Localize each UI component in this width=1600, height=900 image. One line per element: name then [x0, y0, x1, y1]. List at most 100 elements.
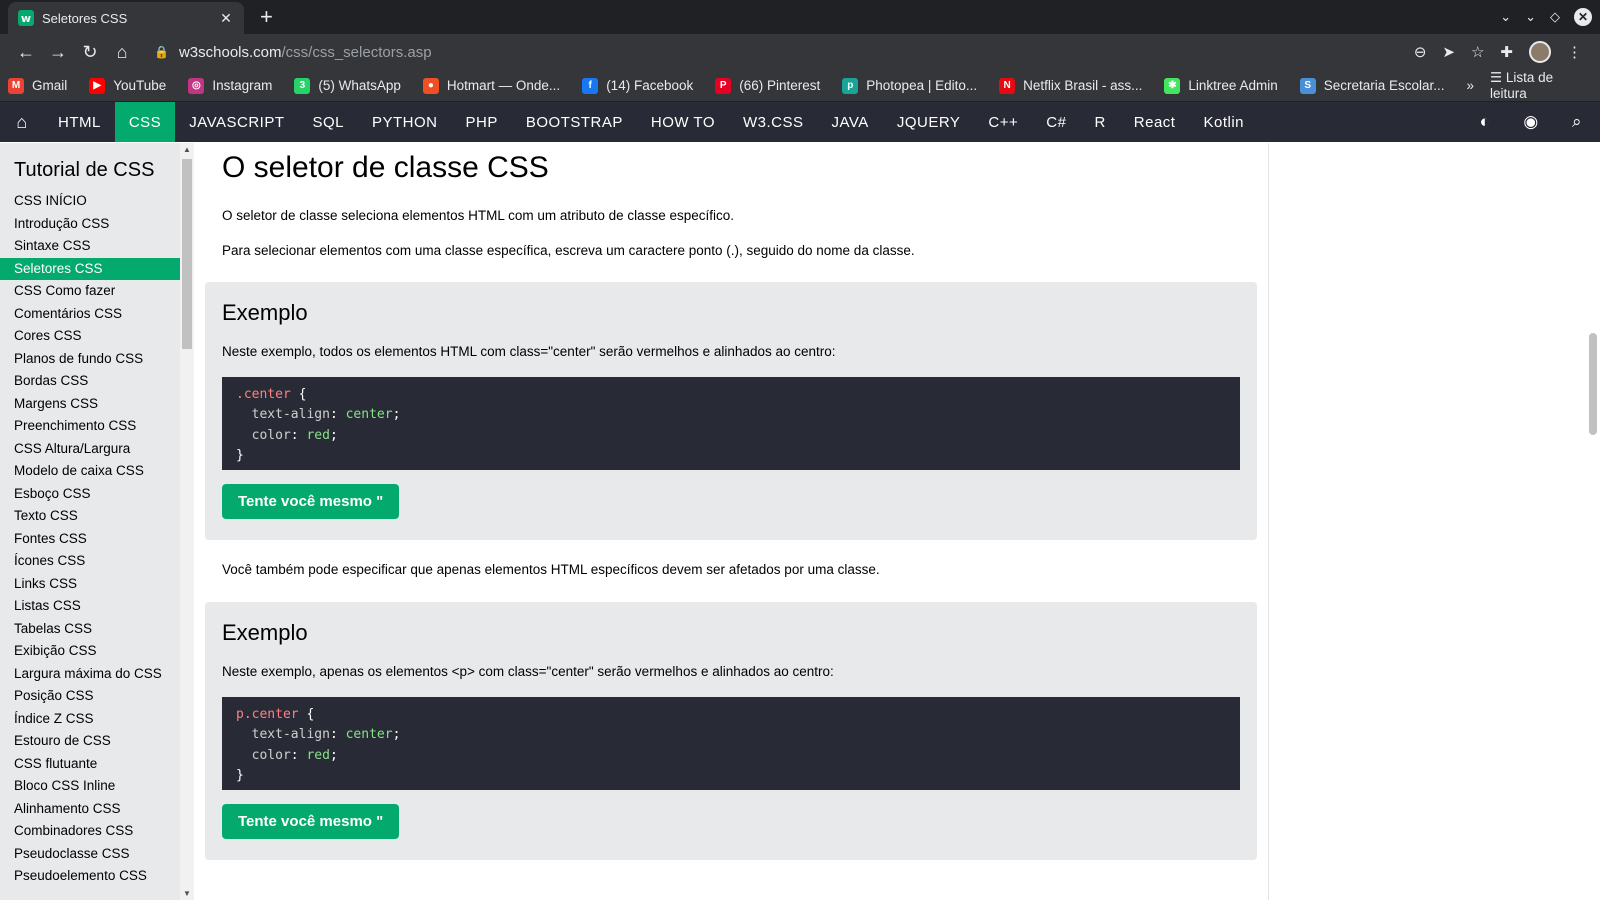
topnav-item-html[interactable]: HTML [44, 102, 115, 142]
bookmark-item[interactable]: P (66) Pinterest [715, 77, 820, 94]
home-icon[interactable]: ⌂ [106, 36, 138, 68]
topnav-item-r[interactable]: R [1080, 102, 1119, 142]
topnav-item-php[interactable]: PHP [452, 102, 512, 142]
bookmark-item[interactable]: f (14) Facebook [582, 77, 693, 94]
lock-icon[interactable]: 🔒 [154, 45, 169, 59]
maximize-icon[interactable]: ◇ [1550, 9, 1560, 25]
sidebar-item[interactable]: Largura máxima do CSS [0, 663, 180, 686]
topnav-item-css[interactable]: CSS [114, 102, 176, 142]
profile-avatar[interactable] [1529, 41, 1551, 63]
bookmark-favicon-icon: M [8, 77, 24, 94]
sidebar-item[interactable]: Pseudoclasse CSS [0, 843, 180, 866]
sidebar-item[interactable]: Ícones CSS [0, 550, 180, 573]
zoom-icon[interactable]: ⊖ [1414, 43, 1427, 61]
topnav-item-w3-css[interactable]: W3.CSS [729, 102, 818, 142]
bookmark-favicon-icon: ◎ [188, 77, 205, 94]
more-bookmarks-icon[interactable]: » [1467, 78, 1475, 93]
sidebar-item[interactable]: Estouro de CSS [0, 730, 180, 753]
topnav-item-bootstrap[interactable]: BOOTSTRAP [512, 102, 637, 142]
bookmark-favicon-icon: ✱ [1164, 77, 1181, 94]
sidebar-item[interactable]: Fontes CSS [0, 528, 180, 551]
sidebar-item[interactable]: Posição CSS [0, 685, 180, 708]
paragraph: O seletor de classe seleciona elementos … [222, 208, 734, 223]
sidebar-item[interactable]: Preenchimento CSS [0, 415, 180, 438]
minimize-icon[interactable]: ⌄ [1525, 9, 1536, 25]
sidebar-item[interactable]: Modelo de caixa CSS [0, 460, 180, 483]
send-icon[interactable]: ➤ [1442, 43, 1455, 61]
extensions-icon[interactable]: ✚ [1500, 43, 1513, 61]
bookmark-item[interactable]: ▶ YouTube [89, 77, 167, 94]
bookmark-item[interactable]: N Netflix Brasil - ass... [999, 77, 1142, 94]
sidebar-item[interactable]: Bloco CSS Inline [0, 775, 180, 798]
sidebar-item[interactable]: Texto CSS [0, 505, 180, 528]
sidebar-item[interactable]: Exibição CSS [0, 640, 180, 663]
reload-icon[interactable]: ↻ [74, 36, 106, 68]
sidebar-item[interactable]: Esboço CSS [0, 483, 180, 506]
reading-list[interactable]: ☰ Lista de leitura [1490, 70, 1592, 101]
sidebar-scrollbar[interactable]: ▲ ▼ [180, 143, 194, 900]
dark-mode-icon[interactable]: ◐ [1462, 112, 1508, 132]
bookmark-item[interactable]: p Photopea | Edito... [842, 77, 977, 94]
code-value: center [345, 727, 393, 743]
code-property: color [251, 747, 291, 763]
bookmark-item[interactable]: M Gmail [8, 77, 67, 94]
address-bar[interactable]: 🔒 w3schools.com/css/css_selectors.asp [146, 37, 1414, 67]
topnav-item-java[interactable]: JAVA [818, 102, 883, 142]
sidebar-item[interactable]: Tabelas CSS [0, 618, 180, 641]
bookmark-favicon-icon: ▶ [89, 77, 106, 94]
topnav-item-how-to[interactable]: HOW TO [637, 102, 729, 142]
topnav-item-react[interactable]: React [1120, 102, 1190, 142]
search-icon[interactable]: ⌕ [1554, 112, 1600, 132]
sidebar-item[interactable]: Planos de fundo CSS [0, 348, 180, 371]
scroll-up-icon[interactable]: ▲ [183, 145, 191, 154]
bookmark-label: YouTube [113, 78, 167, 93]
topnav-item-c-[interactable]: C# [1032, 102, 1080, 142]
topnav-item-sql[interactable]: SQL [298, 102, 358, 142]
close-tab-icon[interactable]: ✕ [218, 10, 234, 27]
sidebar-item[interactable]: Links CSS [0, 573, 180, 596]
sidebar-item[interactable]: Listas CSS [0, 595, 180, 618]
bookmark-star-icon[interactable]: ☆ [1471, 43, 1484, 61]
sidebar-item[interactable]: Cores CSS [0, 325, 180, 348]
sidebar-item[interactable]: Introdução CSS [0, 213, 180, 236]
topnav-item-python[interactable]: PYTHON [358, 102, 452, 142]
bookmark-item[interactable]: ✱ Linktree Admin [1164, 77, 1278, 94]
page-scrollbar[interactable] [1586, 143, 1600, 900]
forward-icon[interactable]: → [42, 36, 74, 68]
new-tab-icon[interactable]: + [260, 4, 273, 30]
w3-topnav: ⌂ HTML CSS JAVASCRIPT SQL PYTHON PHP BOOTSTRAP… [0, 102, 1600, 142]
browser-tab[interactable]: w Seletores CSS ✕ [8, 2, 244, 34]
sidebar-item[interactable]: CSS INÍCIO [0, 190, 180, 213]
scroll-down-icon[interactable]: ▼ [183, 889, 191, 898]
sidebar-item[interactable]: CSS Altura/Largura [0, 438, 180, 461]
sidebar-item[interactable]: Comentários CSS [0, 303, 180, 326]
sidebar-item[interactable]: Seletores CSS [0, 257, 180, 280]
sidebar-item[interactable]: CSS Como fazer [0, 280, 180, 303]
bookmark-item[interactable]: 3 (5) WhatsApp [294, 77, 401, 94]
try-it-button[interactable]: Tente você mesmo " [222, 484, 400, 519]
topnav-item-kotlin[interactable]: Kotlin [1189, 102, 1258, 142]
tab-search-icon[interactable]: ⌄ [1500, 9, 1511, 25]
bookmark-item[interactable]: ● Hotmart — Onde... [422, 77, 560, 94]
page-scroll-thumb[interactable] [1589, 333, 1597, 435]
sidebar-item[interactable]: Índice Z CSS [0, 708, 180, 731]
bookmark-item[interactable]: S Secretaria Escolar... [1299, 77, 1445, 94]
sidebar-item[interactable]: Combinadores CSS [0, 820, 180, 843]
topnav-item-c-[interactable]: C++ [974, 102, 1032, 142]
sidebar-item[interactable]: Margens CSS [0, 393, 180, 416]
back-icon[interactable]: ← [10, 36, 42, 68]
sidebar-scroll-thumb[interactable] [182, 159, 192, 349]
topnav-item-javascript[interactable]: JAVASCRIPT [175, 102, 298, 142]
home-icon[interactable]: ⌂ [0, 102, 44, 142]
sidebar-item[interactable]: Sintaxe CSS [0, 235, 180, 258]
sidebar-item[interactable]: Pseudoelemento CSS [0, 865, 180, 888]
menu-icon[interactable]: ⋮ [1567, 43, 1582, 61]
close-window-icon[interactable]: ✕ [1574, 8, 1592, 26]
sidebar-item[interactable]: Alinhamento CSS [0, 798, 180, 821]
sidebar-item[interactable]: CSS flutuante [0, 753, 180, 776]
sidebar-item[interactable]: Bordas CSS [0, 370, 180, 393]
topnav-item-jquery[interactable]: JQUERY [883, 102, 975, 142]
globe-icon[interactable]: ◉ [1508, 112, 1554, 132]
bookmark-item[interactable]: ◎ Instagram [188, 77, 272, 94]
try-it-button[interactable]: Tente você mesmo " [222, 804, 400, 839]
